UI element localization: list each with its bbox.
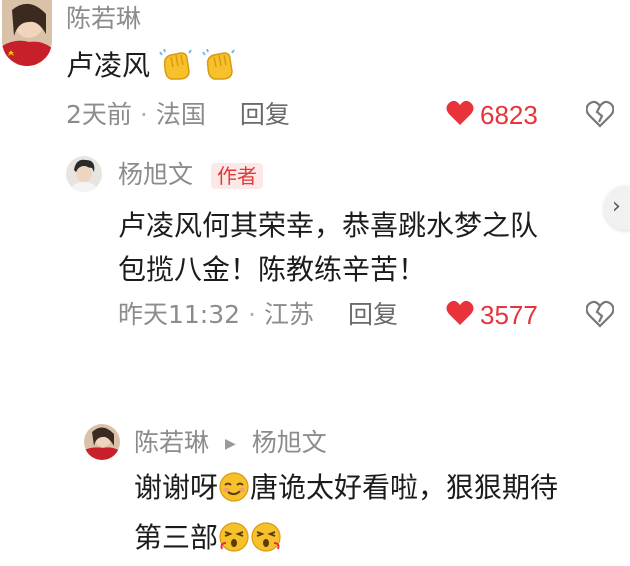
reply-location: 江苏 <box>264 300 315 329</box>
reply-meta: 昨天11:32 · 江苏 回复 <box>118 300 398 330</box>
reply-author-name[interactable]: 陈若琳 <box>134 428 209 457</box>
heart-icon <box>446 300 474 330</box>
blowing-kiss-face-icon <box>218 521 250 566</box>
reply-text-part: 唐诡太好看啦，狠狠期待 <box>250 471 559 504</box>
reply-arrow-icon: ▶ <box>224 436 236 452</box>
comment-thread: 陈若琳 卢凌风 2天前 · 法国 回复 6823 杨旭文 作者 卢凌风何其荣幸，… <box>0 0 630 566</box>
avatar[interactable] <box>2 0 52 66</box>
reply-author: 陈若琳 ▶ 杨旭文 <box>134 428 327 459</box>
like-count: 6823 <box>480 100 538 130</box>
like-count: 3577 <box>480 300 538 330</box>
avatar[interactable] <box>66 156 102 192</box>
reply-time: 昨天11:32 <box>118 300 241 329</box>
reply-text-line: 谢谢呀 唐诡太好看啦，狠狠期待 <box>134 466 558 516</box>
comment-meta: 2天前 · 法国 回复 <box>66 100 290 130</box>
meta-separator: · <box>139 100 148 129</box>
reply-text-line: 第三部 <box>134 516 558 566</box>
smirk-face-icon <box>218 471 250 516</box>
like-button[interactable]: 6823 <box>446 100 538 130</box>
broken-heart-icon <box>585 100 615 132</box>
author-badge: 作者 <box>210 163 263 189</box>
heart-icon <box>446 100 474 130</box>
clap-hands-icon <box>159 48 193 94</box>
avatar[interactable] <box>84 424 120 460</box>
meta-separator: · <box>248 300 256 329</box>
dislike-button[interactable] <box>585 300 615 332</box>
reply-to-name[interactable]: 杨旭文 <box>252 428 327 457</box>
reply-text-part: 第三部 <box>134 521 219 554</box>
scroll-next-button[interactable]: › <box>604 186 630 230</box>
clap-hands-icon <box>201 48 236 94</box>
reply-author-name[interactable]: 杨旭文 <box>118 160 193 189</box>
broken-heart-icon <box>585 300 615 332</box>
reply-button[interactable]: 回复 <box>240 100 290 130</box>
reply-author[interactable]: 杨旭文 作者 <box>118 160 263 190</box>
reply-text-line: 卢凌风何其荣幸，恭喜跳水梦之队 <box>118 209 539 242</box>
comment-text-body: 卢凌风 <box>66 49 151 82</box>
reply-text: 谢谢呀 唐诡太好看啦，狠狠期待 第三部 <box>134 466 558 566</box>
reply-button[interactable]: 回复 <box>348 300 398 330</box>
comment-time: 2天前 <box>66 100 132 129</box>
like-button[interactable]: 3577 <box>446 300 538 330</box>
blowing-kiss-face-icon <box>250 521 282 566</box>
dislike-button[interactable] <box>585 100 615 132</box>
chevron-right-icon: › <box>612 194 621 219</box>
reply-text-line: 包揽八金！陈教练辛苦！ <box>118 253 427 286</box>
reply-text: 卢凌风何其荣幸，恭喜跳水梦之队 包揽八金！陈教练辛苦！ <box>118 204 538 292</box>
comment-location: 法国 <box>155 100 206 129</box>
reply-text-part: 谢谢呀 <box>134 471 219 504</box>
comment-author[interactable]: 陈若琳 <box>66 4 141 34</box>
comment-text: 卢凌风 <box>66 44 236 94</box>
